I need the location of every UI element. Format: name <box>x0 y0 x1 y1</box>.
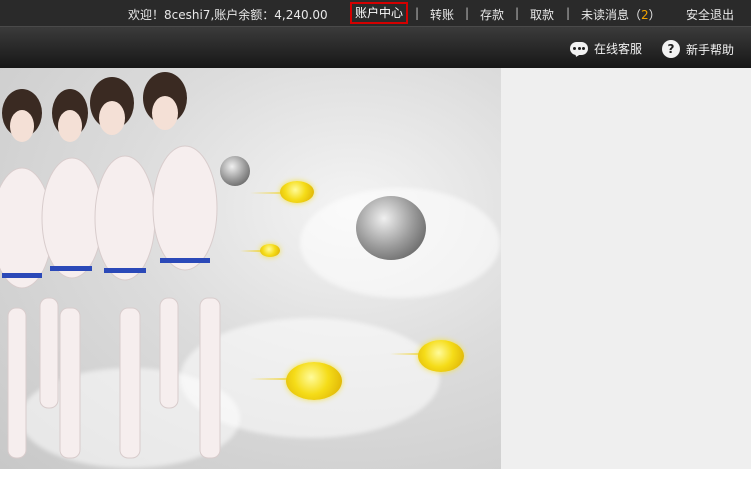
help-label: 新手帮助 <box>686 42 735 57</box>
gold-coin <box>418 340 464 372</box>
unread-prefix: 未读消息（ <box>581 8 642 22</box>
bowling-ball-large <box>356 196 426 260</box>
help-button[interactable]: ? 新手帮助 <box>662 40 734 58</box>
unread-messages-link[interactable]: 未读消息（2） <box>581 6 661 23</box>
gold-coin <box>260 244 280 257</box>
logout-link[interactable]: 安全退出 <box>686 6 734 23</box>
bowling-ball-small <box>220 156 250 186</box>
separator: | <box>415 6 420 20</box>
side-panel <box>501 68 751 469</box>
withdraw-link[interactable]: 取款 <box>530 6 554 23</box>
chat-bubble-icon <box>570 41 588 58</box>
models-illustration <box>0 72 221 459</box>
gold-coin <box>280 181 314 203</box>
help-bar: 在线客服 ? 新手帮助 <box>0 26 751 69</box>
separator: | <box>465 6 470 20</box>
welcome-balance-text: 欢迎！8ceshi7,账户余额：4,240.00 <box>128 8 328 22</box>
online-service-button[interactable]: 在线客服 <box>570 40 643 58</box>
gold-coin <box>286 362 342 400</box>
unread-count-badge: 2 <box>641 8 649 22</box>
account-bar: 欢迎！8ceshi7,账户余额：4,240.00 账户中心 | 转账 | 存款 … <box>0 0 751 26</box>
separator: | <box>566 6 571 20</box>
online-service-label: 在线客服 <box>594 42 643 56</box>
separator: | <box>515 6 520 20</box>
deposit-link[interactable]: 存款 <box>480 6 504 23</box>
promo-banner <box>0 68 501 469</box>
transfer-link[interactable]: 转账 <box>430 6 454 23</box>
question-mark-icon: ? <box>662 40 680 58</box>
account-center-link[interactable]: 账户中心 <box>350 2 409 24</box>
unread-suffix: ） <box>648 8 661 22</box>
